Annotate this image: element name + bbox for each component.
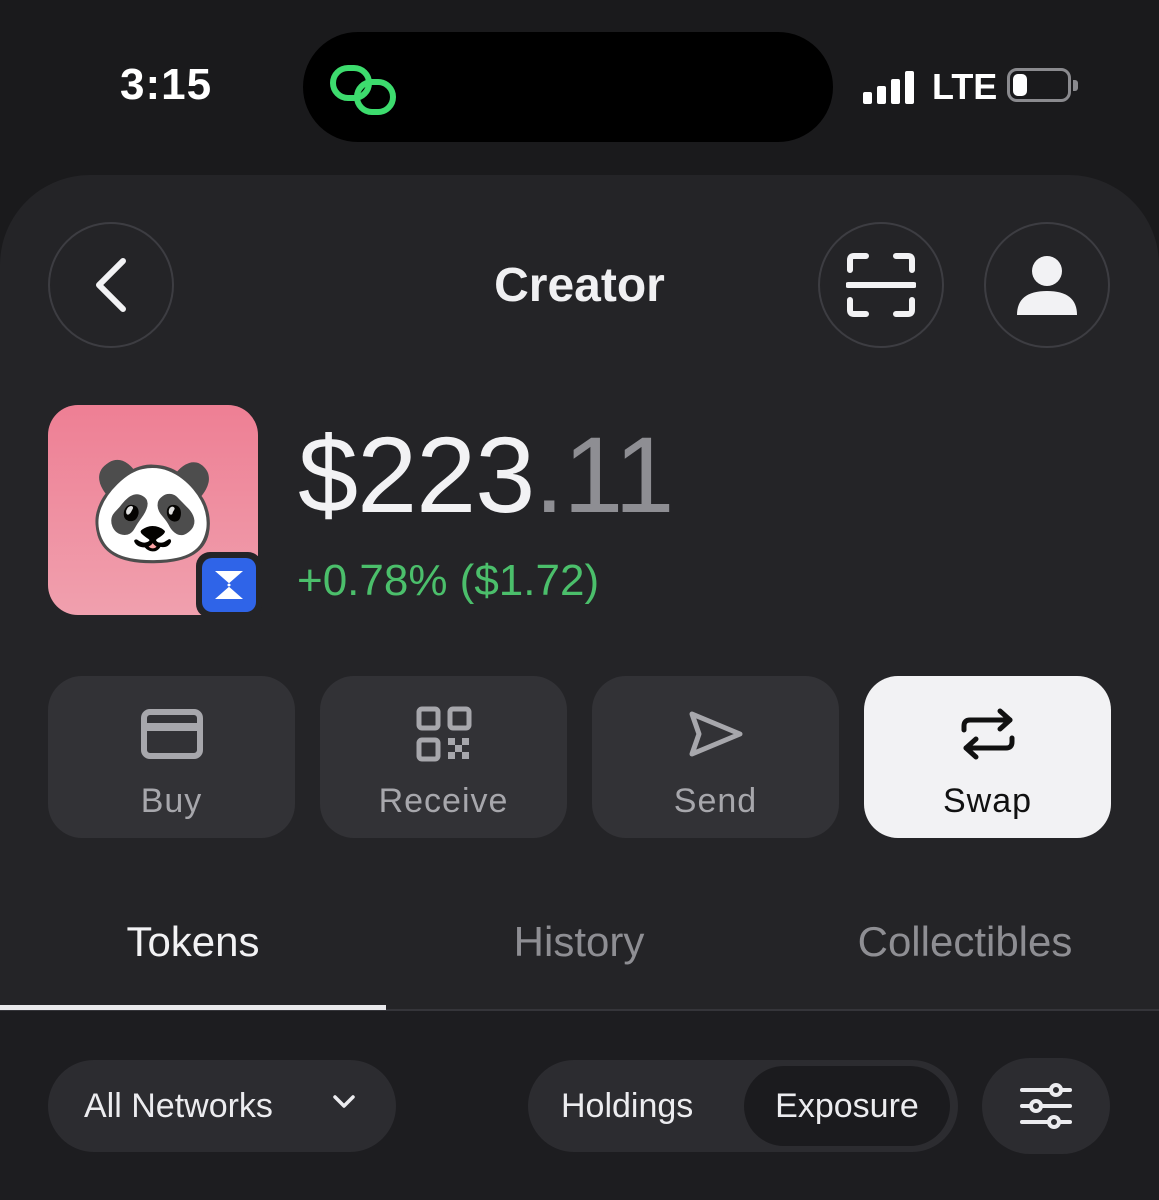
profile-button[interactable]	[984, 222, 1110, 348]
link-rings-icon	[329, 62, 399, 123]
scan-button[interactable]	[818, 222, 944, 348]
view-segment-control: Holdings Exposure	[528, 1060, 958, 1152]
panda-icon: 🐼	[88, 452, 218, 568]
dynamic-island	[303, 32, 833, 142]
buy-label: Buy	[140, 782, 203, 820]
credit-card-icon	[140, 709, 203, 759]
send-label: Send	[673, 782, 758, 820]
receive-label: Receive	[378, 782, 509, 820]
segment-exposure[interactable]: Exposure	[744, 1066, 950, 1146]
swap-button[interactable]: Swap	[864, 676, 1111, 838]
scan-frame-icon	[846, 253, 916, 317]
paper-plane-icon	[689, 711, 742, 757]
tab-collectibles[interactable]: Collectibles	[772, 918, 1158, 966]
wallet-screen: 3:15 LTE Creator 🐼 $223.11 +0.78% ($1.72…	[0, 0, 1159, 1200]
tab-tokens[interactable]: Tokens	[0, 918, 386, 966]
person-icon	[1017, 256, 1077, 315]
swap-label: Swap	[942, 782, 1033, 820]
network-badge	[196, 552, 262, 618]
tab-history[interactable]: History	[386, 918, 772, 966]
balance-decimal: .11	[534, 414, 674, 535]
swap-arrows-icon	[961, 708, 1014, 760]
network-select-label: All Networks	[84, 1086, 273, 1125]
send-button[interactable]: Send	[592, 676, 839, 838]
battery-icon	[1007, 68, 1078, 102]
segment-holdings[interactable]: Holdings	[561, 1060, 693, 1152]
qr-code-icon	[416, 706, 471, 762]
chevron-down-icon	[333, 1095, 355, 1108]
balance-change: +0.78% ($1.72)	[297, 556, 600, 605]
balance-whole: $223	[298, 414, 535, 535]
network-select[interactable]: All Networks	[48, 1060, 396, 1152]
sliders-icon	[1020, 1083, 1072, 1129]
sigma-network-icon	[215, 571, 243, 599]
filter-button[interactable]	[982, 1058, 1110, 1154]
balance-amount: $223.11	[298, 412, 674, 537]
status-time: 3:15	[120, 60, 213, 109]
receive-button[interactable]: Receive	[320, 676, 567, 838]
network-type: LTE	[932, 66, 998, 107]
signal-icon	[863, 70, 917, 104]
active-tab-indicator	[0, 1005, 386, 1010]
buy-button[interactable]: Buy	[48, 676, 295, 838]
